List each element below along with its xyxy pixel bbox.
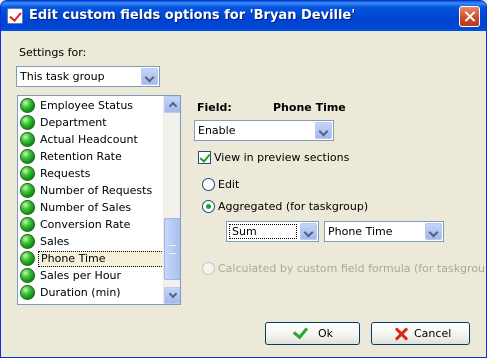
green-bulb-icon <box>20 166 35 181</box>
ok-button[interactable]: Ok <box>265 322 360 345</box>
scroll-thumb[interactable] <box>164 218 180 280</box>
custom-fields-list[interactable]: Employee Status Department Actual Headcoun… <box>17 95 181 305</box>
cancel-button[interactable]: Cancel <box>371 322 470 345</box>
scroll-down-icon[interactable] <box>164 287 180 304</box>
title-bar[interactable]: Edit custom fields options for 'Bryan De… <box>1 1 486 31</box>
cancel-button-label: Cancel <box>414 327 452 340</box>
list-item[interactable]: Number of Sales <box>19 200 163 217</box>
aggregated-radio[interactable] <box>202 200 215 213</box>
aggregate-function-value: Sum <box>229 224 297 239</box>
list-item[interactable]: Sales <box>19 234 163 251</box>
green-bulb-icon <box>20 251 35 266</box>
list-item-label: Sales per Hour <box>40 269 122 282</box>
green-bulb-icon <box>20 115 35 130</box>
list-item[interactable]: Department <box>19 115 163 132</box>
chevron-down-icon[interactable] <box>141 68 158 85</box>
chevron-down-icon[interactable] <box>425 223 442 240</box>
window-title: Edit custom fields options for 'Bryan De… <box>29 8 356 23</box>
scroll-up-icon[interactable] <box>164 96 180 113</box>
view-in-preview-checkbox[interactable] <box>198 151 211 164</box>
list-item-label: Actual Headcount <box>40 133 138 146</box>
list-item[interactable]: Duration (min) <box>19 285 163 302</box>
cross-icon <box>394 327 408 341</box>
field-name: Phone Time <box>273 101 346 114</box>
ok-button-label: Ok <box>318 327 334 340</box>
list-scrollbar[interactable] <box>163 96 180 304</box>
dialog-window: Edit custom fields options for 'Bryan De… <box>0 0 487 358</box>
list-item[interactable]: Number of Requests <box>19 183 163 200</box>
list-item-label: Retention Rate <box>40 150 122 163</box>
green-bulb-icon <box>20 285 35 300</box>
field-label: Field: <box>197 101 232 114</box>
list-item-label: Number of Sales <box>40 201 132 214</box>
aggregate-function-dropdown[interactable]: Sum <box>226 221 319 242</box>
green-bulb-icon <box>20 98 35 113</box>
settings-for-label: Settings for: <box>19 46 87 59</box>
close-button[interactable] <box>459 6 480 27</box>
list-item[interactable]: Conversion Rate <box>19 217 163 234</box>
green-bulb-icon <box>20 132 35 147</box>
calculated-radio-label: Calculated by custom field formula (for … <box>218 262 487 275</box>
list-item[interactable]: Employee Status <box>19 98 163 115</box>
edit-radio[interactable] <box>202 178 215 191</box>
chevron-down-icon[interactable] <box>300 223 317 240</box>
green-bulb-icon <box>20 200 35 215</box>
list-item-label: Department <box>40 116 107 129</box>
settings-for-value: This task group <box>20 70 105 83</box>
list-item[interactable]: Retention Rate <box>19 149 163 166</box>
green-bulb-icon <box>20 149 35 164</box>
field-mode-value: Enable <box>198 124 236 137</box>
green-bulb-icon <box>20 217 35 232</box>
settings-for-dropdown[interactable]: This task group <box>16 66 160 87</box>
aggregated-radio-label: Aggregated (for taskgroup) <box>218 200 369 213</box>
aggregate-field-value: Phone Time <box>328 225 393 238</box>
list-item[interactable]: Requests <box>19 166 163 183</box>
list-item[interactable]: Phone Time <box>19 251 164 268</box>
chevron-down-icon[interactable] <box>315 122 332 139</box>
edit-radio-label: Edit <box>218 178 240 191</box>
app-check-icon <box>7 8 23 24</box>
list-item-label: Phone Time <box>38 251 164 267</box>
list-item-label: Sales <box>40 235 70 248</box>
list-item-label: Requests <box>40 167 91 180</box>
field-mode-dropdown[interactable]: Enable <box>194 120 334 141</box>
view-in-preview-label: View in preview sections <box>214 151 350 164</box>
green-bulb-icon <box>20 234 35 249</box>
list-item-label: Employee Status <box>40 99 134 112</box>
green-bulb-icon <box>20 183 35 198</box>
green-bulb-icon <box>20 268 35 283</box>
calculated-radio <box>202 262 215 275</box>
list-item-label: Number of Requests <box>40 184 153 197</box>
checkmark-icon <box>292 323 309 340</box>
list-item-label: Duration (min) <box>40 286 121 299</box>
list-item[interactable]: Actual Headcount <box>19 132 163 149</box>
list-item-label: Conversion Rate <box>40 218 131 231</box>
list-item[interactable]: Sales per Hour <box>19 268 163 285</box>
aggregate-field-dropdown[interactable]: Phone Time <box>324 221 444 242</box>
